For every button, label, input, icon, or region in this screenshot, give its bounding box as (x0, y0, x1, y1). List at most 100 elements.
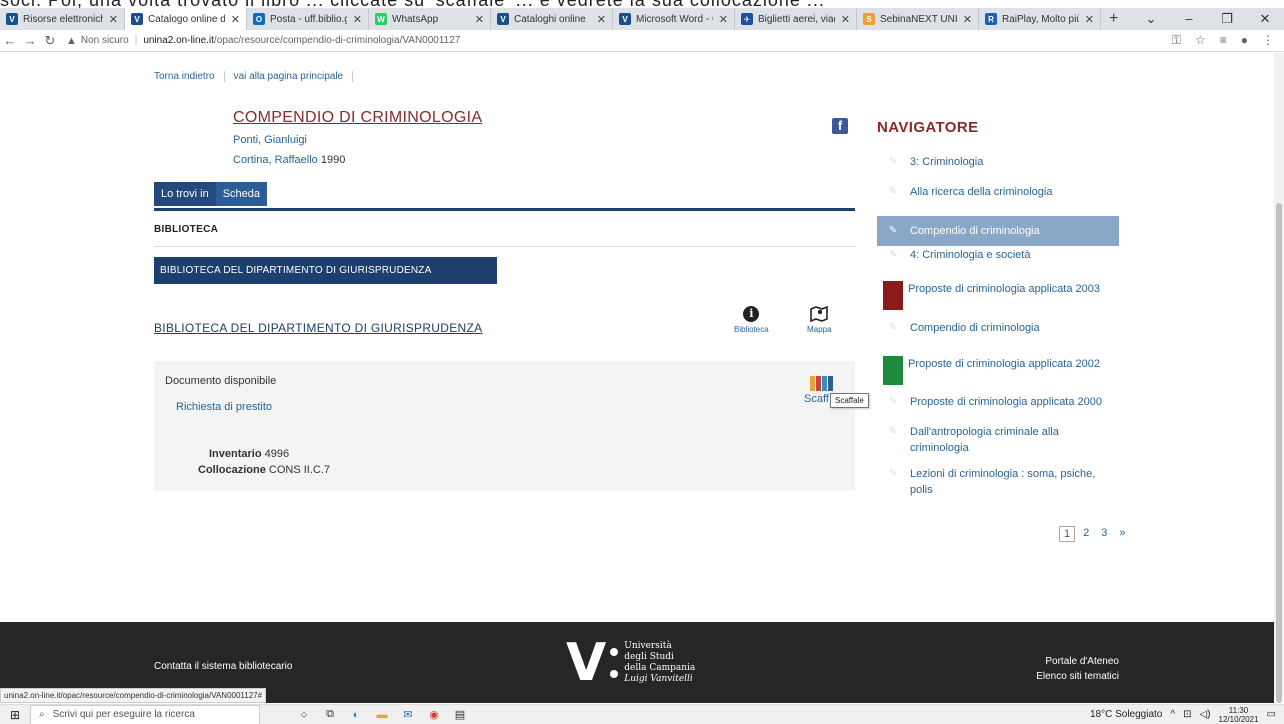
browser-tab[interactable]: V Catalogo online dell'U ✕ (125, 8, 247, 30)
page-link[interactable]: 1 (1059, 526, 1076, 542)
tab-close-icon[interactable]: ✕ (475, 13, 484, 26)
availability-status: Documento disponibile (165, 375, 277, 387)
tab-label: RaiPlay, Molto più (1002, 13, 1079, 25)
clock[interactable]: 11:30 12/10/2021 (1219, 706, 1259, 724)
tab-label: SebinaNEXT UNICAMI (880, 13, 957, 25)
browser-tab[interactable]: R RaiPlay, Molto più ✕ (979, 8, 1101, 30)
url-field[interactable]: ▲ Non sicuro | unina2.on-line.it/opac/re… (66, 35, 460, 47)
tab-close-icon[interactable]: ✕ (597, 13, 606, 26)
navigator-item[interactable]: ✎ 4: Criminologia e società (877, 247, 1119, 263)
taskbar-search[interactable]: ⌕ Scrivi qui per eseguire la ricerca (30, 704, 260, 724)
browser-tab[interactable]: O Posta - uff.biblio.giuris ✕ (247, 8, 369, 30)
shelf-icon[interactable] (810, 376, 833, 391)
book-icon: ✎ (888, 225, 898, 236)
minimize-button[interactable]: – (1170, 11, 1208, 27)
tray-expand-icon[interactable]: ^ (1170, 709, 1175, 720)
tab-close-icon[interactable]: ✕ (353, 13, 362, 26)
loan-request-link[interactable]: Richiesta di prestito (176, 401, 272, 413)
key-icon[interactable]: ⚿ (1172, 33, 1181, 48)
tab-close-icon[interactable]: ✕ (963, 13, 972, 26)
forward-arrow-icon[interactable]: → (20, 33, 40, 48)
map-button[interactable]: Mappa (807, 306, 831, 334)
browser-tab[interactable]: W WhatsApp ✕ (369, 8, 491, 30)
inventory-row: Inventario 4996 (209, 448, 290, 460)
scrollbar[interactable] (1274, 53, 1284, 703)
back-arrow-icon[interactable]: ← (0, 33, 20, 48)
tab-close-icon[interactable]: ✕ (231, 13, 240, 26)
scrollbar-thumb[interactable] (1276, 203, 1282, 703)
page-link[interactable]: 2 (1079, 526, 1093, 542)
record-title[interactable]: COMPENDIO DI CRIMINOLOGIA (233, 109, 482, 127)
volume-icon[interactable]: ◁) (1199, 709, 1210, 720)
reading-list-icon[interactable]: ≡ (1220, 33, 1227, 48)
task-view-icon[interactable]: ⧉ (322, 707, 338, 723)
menu-dots-icon[interactable]: ⋮ (1262, 33, 1274, 48)
file-explorer-icon[interactable]: ▬ (374, 707, 390, 723)
navigator-item[interactable]: ✎ Alla ricerca della criminologia (877, 184, 1119, 200)
star-icon[interactable]: ☆ (1195, 33, 1206, 48)
page-link[interactable]: » (1115, 526, 1129, 542)
taskbar: ⊞ ⌕ Scrivi qui per eseguire la ricerca ○ … (0, 704, 1284, 724)
browser-tab[interactable]: ✈ Biglietti aerei, viaggi ✕ (735, 8, 857, 30)
tab-found-in[interactable]: Lo trovi in (154, 182, 216, 206)
edge-icon[interactable]: ◐ (348, 707, 364, 723)
close-window-button[interactable]: ✕ (1246, 11, 1284, 27)
tab-close-icon[interactable]: ✕ (1085, 13, 1094, 26)
page-content: Torna indietro vai alla pagina principal… (0, 53, 1274, 622)
library-info-button[interactable]: i Biblioteca (734, 306, 769, 334)
browser-tab[interactable]: V Cataloghi online ✕ (491, 8, 613, 30)
restore-button[interactable]: ❐ (1208, 11, 1246, 27)
book-icon: ✎ (888, 186, 898, 197)
browser-tab-strip: V Risorse elettroniche ✕ V Catalogo online d… (0, 8, 1284, 30)
page-link[interactable]: 3 (1097, 526, 1111, 542)
shelf-link[interactable]: Scaff (804, 393, 829, 405)
cortana-icon[interactable]: ○ (296, 707, 312, 723)
tab-favicon-icon: S (863, 13, 875, 25)
browser-tab[interactable]: V Microsoft Word - Guid ✕ (613, 8, 735, 30)
network-icon[interactable]: ⊡ (1183, 709, 1191, 720)
tab-search-icon[interactable]: ⌄ (1132, 11, 1170, 27)
contact-link[interactable]: Contatta il sistema bibliotecario (154, 661, 292, 672)
thematic-sites-link[interactable]: Elenco siti tematici (1036, 669, 1119, 684)
navigator-item[interactable]: Proposte di criminologia applicata 2003 (877, 281, 1119, 310)
notifications-icon[interactable]: ▭ (1267, 709, 1276, 720)
publisher-link[interactable]: Cortina, Raffaello (233, 154, 318, 166)
url-host: unina2.on-line.it (143, 35, 214, 46)
navigator-item[interactable]: ✎ Compendio di criminologia (877, 216, 1119, 246)
navigator-item[interactable]: ✎ Lezioni di criminologia : soma, psiche,… (877, 466, 1119, 498)
new-tab-button[interactable]: + (1101, 10, 1126, 28)
home-link[interactable]: vai alla pagina principale (234, 71, 354, 82)
library-selector[interactable]: BIBLIOTECA DEL DIPARTIMENTO DI GIURISPRU… (154, 257, 497, 284)
mail-icon[interactable]: ✉ (400, 707, 416, 723)
profile-icon[interactable]: ● (1241, 33, 1248, 48)
notes-icon[interactable]: ▤ (452, 707, 468, 723)
portal-link[interactable]: Portale d'Ateneo (1036, 654, 1119, 669)
browser-tab[interactable]: V Risorse elettroniche ✕ (0, 8, 125, 30)
navigator-item[interactable]: Proposte di criminologia applicata 2002 (877, 356, 1119, 385)
navigator-item-label: 4: Criminologia e società (910, 249, 1031, 261)
navigator-item[interactable]: ✎ Dall'antropologia criminale alla crimin… (877, 424, 1119, 456)
windows-start-icon[interactable]: ⊞ (0, 708, 30, 722)
tab-close-icon[interactable]: ✕ (841, 13, 850, 26)
navigator-item-label: Compendio di criminologia (910, 322, 1040, 334)
navigator-item[interactable]: ✎ Compendio di criminologia (877, 320, 1119, 336)
tab-close-icon[interactable]: ✕ (719, 13, 728, 26)
navigator-item[interactable]: ✎ 3: Criminologia (877, 154, 1119, 170)
university-logo[interactable]: V Università degli Studi della Campania … (566, 633, 695, 693)
tab-sheet[interactable]: Scheda (215, 182, 268, 206)
v-logo-icon: V (566, 633, 607, 693)
tab-favicon-icon: V (497, 13, 509, 25)
reload-icon[interactable]: ↻ (40, 33, 60, 49)
navigator-item-label: Proposte di criminologia applicata 2000 (910, 396, 1103, 408)
tab-underline (154, 208, 855, 211)
browser-tab[interactable]: S SebinaNEXT UNICAMI ✕ (857, 8, 979, 30)
library-link[interactable]: BIBLIOTECA DEL DIPARTIMENTO DI GIURISPRU… (154, 321, 482, 335)
tab-close-icon[interactable]: ✕ (109, 13, 118, 26)
back-link[interactable]: Torna indietro (154, 71, 225, 82)
record-year: 1990 (320, 154, 346, 166)
weather-widget[interactable]: 18°C Soleggiato (1090, 709, 1162, 720)
facebook-icon[interactable]: f (832, 118, 848, 134)
record-author[interactable]: Ponti, Gianluigi (233, 134, 307, 146)
navigator-item[interactable]: ✎ Proposte di criminologia applicata 2000 (877, 394, 1119, 410)
chrome-icon[interactable]: ◉ (426, 707, 442, 723)
